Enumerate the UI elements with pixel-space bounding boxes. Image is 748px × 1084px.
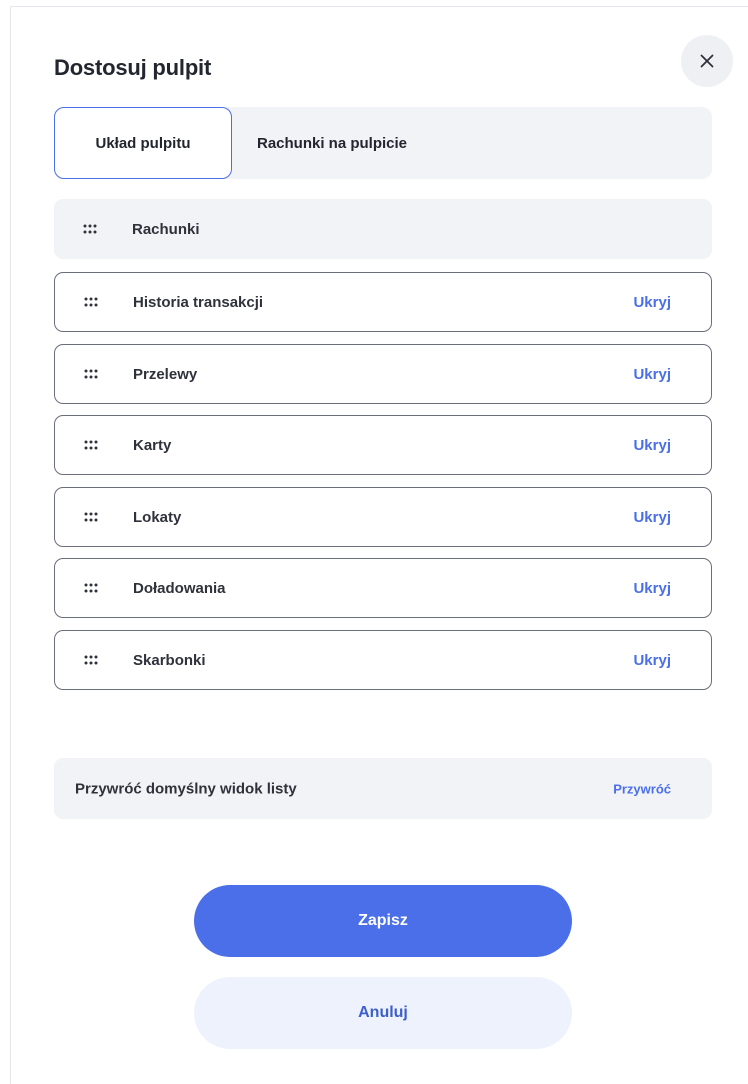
widget-label: Rachunki: [132, 220, 200, 238]
hide-widget-link[interactable]: Ukryj: [633, 366, 671, 383]
hide-widget-link[interactable]: Ukryj: [633, 580, 671, 597]
close-button[interactable]: [681, 35, 733, 87]
restore-default-link[interactable]: Przywróć: [613, 781, 671, 796]
restore-default-section: Przywróć domyślny widok listy Przywróć: [54, 758, 712, 819]
drag-handle-icon[interactable]: [84, 512, 98, 522]
drag-handle-icon[interactable]: [84, 297, 98, 307]
cancel-button[interactable]: Anuluj: [194, 977, 572, 1049]
drag-handle-icon[interactable]: [84, 655, 98, 665]
close-icon: [700, 54, 714, 68]
widget-row-fixed: Rachunki: [54, 199, 712, 259]
widget-label: Historia transakcji: [133, 293, 264, 311]
dialog-title: Dostosuj pulpit: [54, 55, 212, 80]
widget-label: Przelewy: [133, 365, 198, 383]
drag-handle-icon[interactable]: [84, 440, 98, 450]
hide-widget-link[interactable]: Ukryj: [633, 294, 671, 311]
widget-row[interactable]: Przelewy Ukryj: [54, 344, 712, 404]
widget-row[interactable]: Lokaty Ukryj: [54, 487, 712, 547]
tab-bar: Układ pulpitu Rachunki na pulpicie: [54, 107, 712, 179]
hide-widget-link[interactable]: Ukryj: [633, 509, 671, 526]
widget-row[interactable]: Doładowania Ukryj: [54, 558, 712, 618]
customize-dashboard-dialog: Dostosuj pulpit Układ pulpitu Rachunki n…: [10, 6, 748, 1084]
widget-label: Lokaty: [133, 508, 182, 526]
hide-widget-link[interactable]: Ukryj: [633, 437, 671, 454]
widget-label: Doładowania: [133, 579, 226, 597]
save-button[interactable]: Zapisz: [194, 885, 572, 957]
drag-handle-icon: [83, 224, 97, 234]
hide-widget-link[interactable]: Ukryj: [633, 652, 671, 669]
widget-row[interactable]: Karty Ukryj: [54, 415, 712, 475]
widget-row[interactable]: Skarbonki Ukryj: [54, 630, 712, 690]
restore-default-label: Przywróć domyślny widok listy: [75, 780, 297, 797]
tab-dashboard-layout[interactable]: Układ pulpitu: [54, 107, 232, 179]
drag-handle-icon[interactable]: [84, 369, 98, 379]
widget-label: Skarbonki: [133, 651, 206, 669]
drag-handle-icon[interactable]: [84, 583, 98, 593]
tab-dashboard-accounts[interactable]: Rachunki na pulpicie: [232, 107, 432, 179]
widget-row[interactable]: Historia transakcji Ukryj: [54, 272, 712, 332]
widget-label: Karty: [133, 436, 172, 454]
